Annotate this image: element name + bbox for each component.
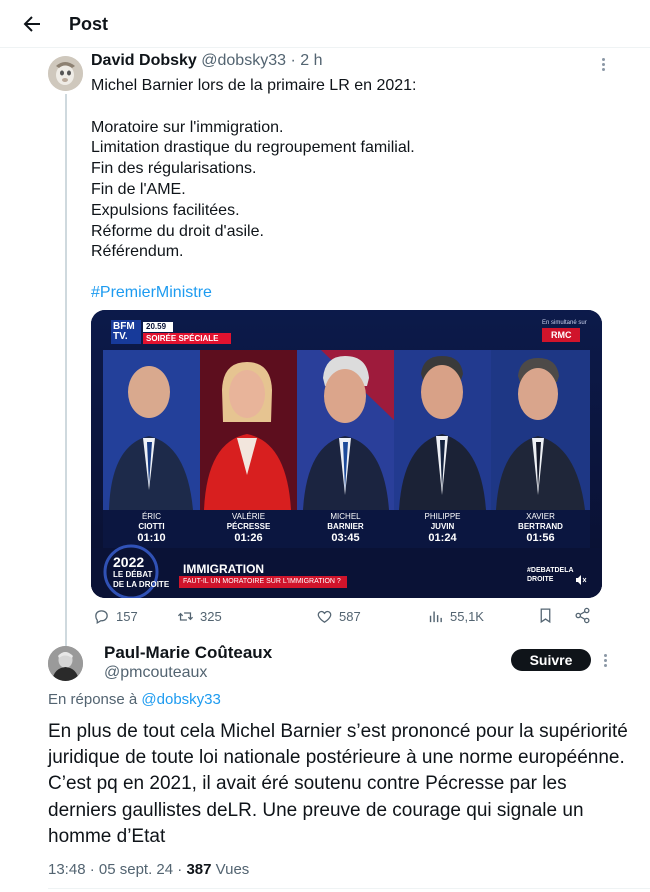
like-count: 587 — [339, 608, 361, 624]
post-time[interactable]: 13:48 — [48, 861, 86, 878]
candidate-last-name: PÉCRESSE — [226, 522, 271, 531]
post-time[interactable]: 2 h — [300, 52, 322, 69]
bookmark-icon[interactable] — [537, 607, 554, 624]
view-count: 55,1K — [450, 608, 484, 624]
candidate-time: 03:45 — [331, 532, 360, 544]
banner-label: SOIRÉE SPÉCIALE — [146, 334, 219, 343]
repost-count: 325 — [200, 608, 222, 624]
candidate-last-name: JUVIN — [430, 522, 455, 531]
page-title: Post — [69, 14, 109, 34]
post-header: David Dobsky @dobsky33 · 2 h — [91, 52, 322, 70]
author-name[interactable]: Paul-Marie Coûteaux — [104, 643, 272, 663]
reply-button[interactable]: 157 — [93, 605, 138, 627]
avatar[interactable] — [48, 646, 83, 681]
simulcast-label: En simultané sur — [542, 320, 587, 326]
back-arrow-icon[interactable] — [20, 12, 44, 36]
event-title-line1: LE DÉBAT — [113, 570, 153, 579]
simulcast-logo: RMC — [551, 330, 572, 340]
candidate-first-name: VALÉRIE — [231, 512, 266, 521]
views-button[interactable]: 55,1K — [427, 605, 484, 627]
channel-logo: BFM TV. — [113, 321, 135, 342]
post-actions: 157 325 587 55,1K — [91, 605, 602, 627]
author-handle[interactable]: @pmcouteaux — [104, 664, 207, 682]
candidate-last-name: CIOTTI — [138, 522, 165, 531]
topic-title: IMMIGRATION — [183, 562, 265, 576]
reply-context: En réponse à @dobsky33 — [48, 691, 221, 708]
candidate-time: 01:10 — [137, 532, 166, 544]
more-options-icon[interactable] — [594, 54, 614, 74]
share-icon[interactable] — [574, 607, 591, 624]
mute-icon[interactable] — [575, 574, 587, 586]
candidate-time: 01:26 — [234, 532, 263, 544]
like-button[interactable]: 587 — [316, 605, 361, 627]
hashtag-overlay: #DEBATDELA DROITE — [527, 567, 574, 583]
candidate-first-name: XAVIER — [526, 512, 555, 521]
candidate-0: ÉRIC CIOTTI 01:10 — [103, 510, 200, 546]
candidate-last-name: BARNIER — [327, 522, 364, 531]
reply-count: 157 — [116, 608, 138, 624]
candidate-1: VALÉRIE PÉCRESSE 01:26 — [200, 510, 297, 546]
candidate-last-name: BERTRAND — [518, 522, 563, 531]
top-bar: Post — [0, 0, 650, 48]
candidate-2: MICHEL BARNIER 03:45 — [297, 510, 394, 546]
author-name[interactable]: David Dobsky — [91, 52, 197, 69]
separator: · — [290, 52, 296, 69]
views-label: Vues — [215, 861, 250, 878]
clock: 20.59 — [146, 322, 167, 331]
topic-subtitle: FAUT-IL UN MORATOIRE SUR L'IMMIGRATION ? — [183, 578, 341, 585]
follow-button[interactable]: Suivre — [511, 649, 591, 671]
separator: · — [89, 861, 95, 878]
repost-button[interactable]: 325 — [177, 605, 222, 627]
reply-prefix: En réponse à — [48, 691, 138, 708]
post-text: Michel Barnier lors de la primaire LR en… — [91, 77, 417, 261]
divider — [48, 888, 650, 889]
candidate-first-name: MICHEL — [330, 512, 361, 521]
candidate-first-name: PHILIPPE — [424, 512, 461, 521]
separator: · — [177, 861, 183, 878]
author-handle[interactable]: @dobsky33 — [201, 52, 286, 69]
event-year: 2022 — [113, 554, 145, 570]
candidate-list: ÉRIC CIOTTI 01:10 VALÉRIE PÉCRESSE 01:26… — [103, 510, 590, 546]
candidate-first-name: ÉRIC — [141, 512, 162, 521]
more-options-icon[interactable] — [596, 650, 616, 670]
candidate-time: 01:24 — [428, 532, 457, 544]
post-date[interactable]: 05 sept. 24 — [99, 861, 173, 878]
avatar[interactable] — [48, 56, 83, 91]
candidate-4: XAVIER BERTRAND 01:56 — [491, 510, 590, 546]
post-meta: 13:48 · 05 sept. 24 · 387 Vues — [48, 861, 249, 878]
reply-icon — [95, 609, 108, 624]
post-image[interactable]: BFM TV. 20.59 SOIRÉE SPÉCIALE En simulta… — [91, 310, 602, 598]
candidate-3: PHILIPPE JUVIN 01:24 — [394, 510, 491, 546]
post-text: En plus de tout cela Michel Barnier s’es… — [48, 721, 628, 847]
hashtag-link[interactable]: #PremierMinistre — [91, 284, 212, 302]
heart-icon — [317, 610, 332, 623]
event-title-line2: DE LA DROITE — [113, 580, 170, 589]
repost-icon — [177, 611, 194, 621]
analytics-icon — [429, 611, 442, 622]
thread-line — [65, 94, 67, 646]
candidate-time: 01:56 — [526, 532, 555, 544]
views-count: 387 — [186, 861, 212, 878]
reply-handle-link[interactable]: @dobsky33 — [141, 691, 220, 708]
